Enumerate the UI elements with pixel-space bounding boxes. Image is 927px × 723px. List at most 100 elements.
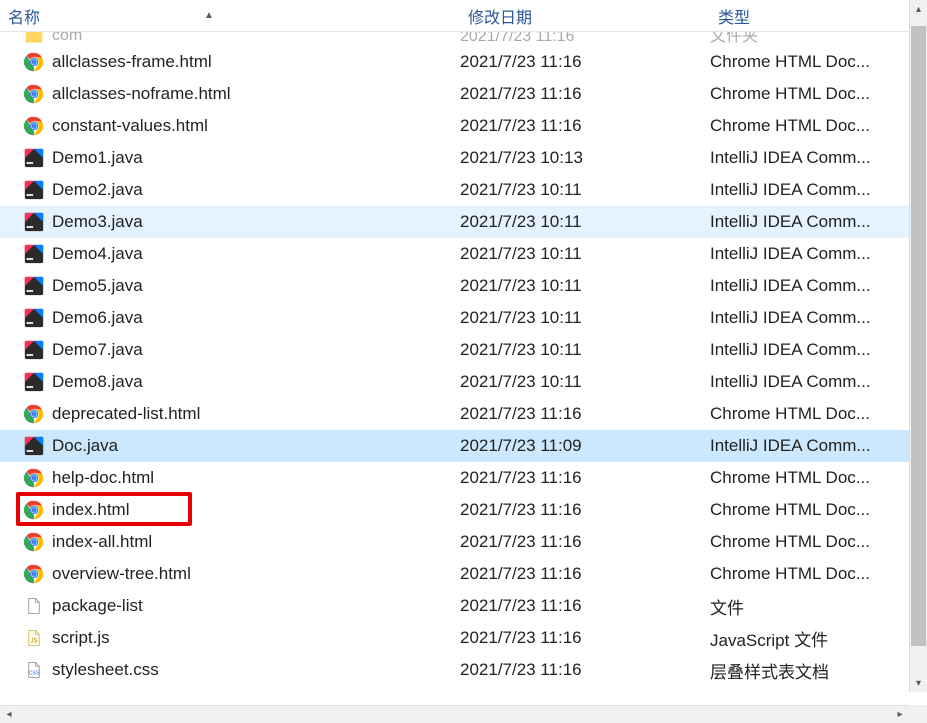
file-name-cell: Demo6.java <box>24 308 460 328</box>
file-row[interactable]: com2021/7/23 11:16文件夹 <box>0 32 909 46</box>
file-row[interactable]: CSSstylesheet.css2021/7/23 11:16层叠样式表文档 <box>0 654 909 686</box>
file-row[interactable]: JSscript.js2021/7/23 11:16JavaScript 文件 <box>0 622 909 654</box>
file-row[interactable]: Demo8.java 2021/7/23 10:11IntelliJ IDEA C… <box>0 366 909 398</box>
chrome-icon <box>24 564 44 584</box>
file-row[interactable]: deprecated-list.html2021/7/23 11:16Chrom… <box>0 398 909 430</box>
file-name-cell: Demo3.java <box>24 212 460 232</box>
file-row[interactable]: index-all.html2021/7/23 11:16Chrome HTML… <box>0 526 909 558</box>
file-name-cell: allclasses-frame.html <box>24 52 460 72</box>
file-name-cell: allclasses-noframe.html <box>24 84 460 104</box>
intellij-icon <box>24 436 44 456</box>
vertical-scrollbar[interactable]: ▴ ▾ <box>909 0 927 692</box>
file-type-cell: 文件 <box>710 594 909 619</box>
file-row[interactable]: Demo7.java2021/7/23 10:11IntelliJ IDEA C… <box>0 334 909 366</box>
column-name-label: 名称 <box>8 4 40 28</box>
svg-text:JS: JS <box>30 639 37 645</box>
file-row[interactable]: help-doc.html2021/7/23 11:16Chrome HTML … <box>0 462 909 494</box>
file-type-cell: Chrome HTML Doc... <box>710 116 909 136</box>
file-date-cell: 2021/7/23 11:16 <box>460 500 710 520</box>
file-type-cell: Chrome HTML Doc... <box>710 500 909 520</box>
chrome-icon <box>24 500 44 520</box>
file-name-cell: constant-values.html <box>24 116 460 136</box>
file-name-cell: overview-tree.html <box>24 564 460 584</box>
file-row[interactable]: Demo2.java2021/7/23 10:11IntelliJ IDEA C… <box>0 174 909 206</box>
sort-ascending-icon: ▲ <box>204 10 214 21</box>
file-type-cell: IntelliJ IDEA Comm... <box>710 436 909 456</box>
file-row[interactable]: package-list2021/7/23 11:16文件 <box>0 590 909 622</box>
file-type-cell: Chrome HTML Doc... <box>710 564 909 584</box>
column-date-label: 修改日期 <box>468 4 532 28</box>
file-type-cell: IntelliJ IDEA Comm... <box>710 340 909 360</box>
horizontal-scroll-track[interactable] <box>18 706 891 723</box>
intellij-icon <box>24 340 44 360</box>
file-name-label: stylesheet.css <box>52 660 159 680</box>
file-row[interactable]: index.html 2021/7/23 11:16Chrome HTML Doc… <box>0 494 909 526</box>
file-name-label: Demo5.java <box>52 276 143 296</box>
file-name-label: index.html <box>52 500 129 520</box>
file-name-cell: CSSstylesheet.css <box>24 660 460 680</box>
column-header-row: 名称 ▲ 修改日期 类型 <box>0 0 909 32</box>
file-row[interactable]: constant-values.html2021/7/23 11:16Chrom… <box>0 110 909 142</box>
scroll-left-arrow-icon[interactable]: ◂ <box>0 706 18 723</box>
file-name-cell: help-doc.html <box>24 468 460 488</box>
file-row[interactable]: allclasses-noframe.html2021/7/23 11:16Ch… <box>0 78 909 110</box>
column-header-type[interactable]: 类型 <box>710 0 909 32</box>
scroll-right-arrow-icon[interactable]: ▸ <box>891 706 909 723</box>
file-name-label: allclasses-noframe.html <box>52 84 231 104</box>
file-type-cell: IntelliJ IDEA Comm... <box>710 180 909 200</box>
file-name-label: allclasses-frame.html <box>52 52 212 72</box>
chrome-icon <box>24 116 44 136</box>
file-row[interactable]: Demo1.java2021/7/23 10:13IntelliJ IDEA C… <box>0 142 909 174</box>
file-date-cell: 2021/7/23 11:16 <box>460 32 710 46</box>
file-date-cell: 2021/7/23 10:11 <box>460 372 710 392</box>
file-row[interactable]: Demo3.java2021/7/23 10:11IntelliJ IDEA C… <box>0 206 909 238</box>
text-icon <box>24 596 44 616</box>
file-name-label: Demo8.java <box>52 372 143 392</box>
scroll-up-arrow-icon[interactable]: ▴ <box>910 0 927 18</box>
file-name-label: Demo4.java <box>52 244 143 264</box>
chrome-icon <box>24 404 44 424</box>
intellij-icon <box>24 276 44 296</box>
scroll-down-arrow-icon[interactable]: ▾ <box>910 674 927 692</box>
vertical-scroll-track[interactable] <box>910 18 927 674</box>
file-name-label: help-doc.html <box>52 468 154 488</box>
file-row[interactable]: Demo6.java2021/7/23 10:11IntelliJ IDEA C… <box>0 302 909 334</box>
vertical-scroll-thumb[interactable] <box>911 26 926 646</box>
file-name-cell: com <box>24 32 460 46</box>
file-list: com2021/7/23 11:16文件夹allclasses-frame.ht… <box>0 32 909 692</box>
file-type-cell: 层叠样式表文档 <box>710 658 909 683</box>
intellij-icon <box>24 148 44 168</box>
column-header-name[interactable]: 名称 ▲ <box>0 0 460 32</box>
file-row[interactable]: Doc.java2021/7/23 11:09IntelliJ IDEA Com… <box>0 430 909 462</box>
file-name-cell: Demo1.java <box>24 148 460 168</box>
column-header-date[interactable]: 修改日期 <box>460 0 710 32</box>
file-row[interactable]: Demo4.java2021/7/23 10:11IntelliJ IDEA C… <box>0 238 909 270</box>
file-date-cell: 2021/7/23 11:16 <box>460 52 710 72</box>
chrome-icon <box>24 84 44 104</box>
file-name-cell: index-all.html <box>24 532 460 552</box>
chrome-icon <box>24 532 44 552</box>
file-row[interactable]: allclasses-frame.html 2021/7/23 11:16Chro… <box>0 46 909 78</box>
file-name-label: package-list <box>52 596 143 616</box>
file-name-label: Demo1.java <box>52 148 143 168</box>
file-name-label: constant-values.html <box>52 116 208 136</box>
horizontal-scrollbar[interactable]: ◂ ▸ <box>0 705 909 723</box>
chrome-icon <box>24 468 44 488</box>
file-type-cell: Chrome HTML Doc... <box>710 532 909 552</box>
file-name-label: deprecated-list.html <box>52 404 200 424</box>
file-date-cell: 2021/7/23 10:11 <box>460 180 710 200</box>
file-name-cell: Demo4.java <box>24 244 460 264</box>
file-type-cell: Chrome HTML Doc... <box>710 52 909 72</box>
file-name-label: Demo6.java <box>52 308 143 328</box>
js-icon: JS <box>24 628 44 648</box>
file-row[interactable]: overview-tree.html2021/7/23 11:16Chrome … <box>0 558 909 590</box>
file-row[interactable]: Demo5.java2021/7/23 10:11IntelliJ IDEA C… <box>0 270 909 302</box>
intellij-icon <box>24 372 44 392</box>
file-name-label: com <box>52 32 82 45</box>
file-type-cell: IntelliJ IDEA Comm... <box>710 212 909 232</box>
file-type-cell: JavaScript 文件 <box>710 626 909 651</box>
file-name-cell: index.html <box>24 500 460 520</box>
file-date-cell: 2021/7/23 10:11 <box>460 308 710 328</box>
file-name-cell: Demo7.java <box>24 340 460 360</box>
file-type-cell: IntelliJ IDEA Comm... <box>710 372 909 392</box>
